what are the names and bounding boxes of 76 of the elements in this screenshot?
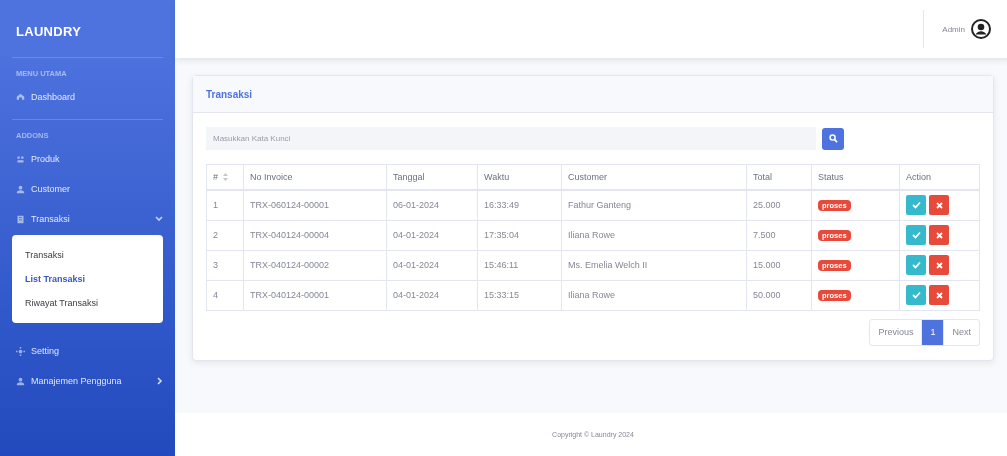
table-cell: 1 (206, 190, 244, 220)
chevron-down-icon (155, 216, 163, 222)
search-icon (828, 134, 838, 143)
table-cell: 16:33:49 (477, 190, 562, 220)
page-button[interactable]: 1 (921, 318, 945, 346)
column-header[interactable]: Status (811, 164, 900, 190)
delete-button[interactable] (929, 285, 949, 305)
table-cell: Iliana Rowe (561, 220, 747, 250)
column-header[interactable]: Action (899, 164, 980, 190)
table-cell: Ms. Emelia Welch II (561, 250, 747, 280)
close-icon (935, 291, 943, 299)
next-button[interactable]: Next (943, 318, 980, 346)
column-header[interactable]: # (206, 164, 244, 190)
check-icon (911, 291, 921, 299)
table-cell: 15:33:15 (477, 280, 562, 310)
avatar-icon[interactable] (971, 19, 991, 39)
search-button[interactable] (822, 127, 844, 150)
close-icon (935, 261, 943, 269)
approve-button[interactable] (906, 285, 926, 305)
close-icon (935, 201, 943, 209)
user-icon (16, 184, 25, 194)
delete-button[interactable] (929, 255, 949, 275)
gear-icon (16, 346, 25, 356)
previous-button[interactable]: Previous (869, 318, 923, 346)
brand-title[interactable]: LAUNDRY (0, 0, 175, 57)
table-cell: TRX-040124-00002 (243, 250, 387, 280)
search-field[interactable]: Masukkan Kata Kunci (206, 127, 816, 150)
approve-button[interactable] (906, 195, 926, 216)
submenu-item[interactable]: List Transaksi (12, 267, 163, 291)
sidebar-item[interactable]: Customer (0, 175, 175, 205)
sidebar-item[interactable]: Transaksi (0, 205, 175, 235)
table-cell: 4 (206, 280, 244, 310)
column-label: # (213, 172, 218, 182)
submenu-item[interactable]: Riwayat Transaksi (12, 291, 163, 315)
user-icon (16, 376, 25, 386)
column-header[interactable]: No Invoice (243, 164, 387, 190)
check-icon (911, 261, 921, 269)
sidebar-item[interactable]: Produk (0, 145, 175, 175)
home-icon (16, 92, 25, 102)
check-icon (911, 231, 921, 239)
table-cell: 06-01-2024 (386, 190, 478, 220)
table-cell: Iliana Rowe (561, 280, 747, 310)
table-cell: 50.000 (746, 280, 812, 310)
sidebar-item[interactable]: Setting (0, 337, 175, 367)
table-cell: 2 (206, 220, 244, 250)
table-cell: Fathur Ganteng (561, 190, 747, 220)
table-cell: 17:35:04 (477, 220, 562, 250)
table-cell: TRX-040124-00001 (243, 280, 387, 310)
document-icon (16, 214, 25, 224)
table-cell: 7.500 (746, 220, 812, 250)
table-cell: 04-01-2024 (386, 220, 478, 250)
table-cell: 04-01-2024 (386, 250, 478, 280)
user-name[interactable]: Admin (942, 24, 965, 34)
sidebar-item[interactable]: Dashboard (0, 83, 175, 113)
table-cell: 15:46:11 (477, 250, 562, 280)
sidebar-item[interactable]: Manajemen Pengguna (0, 367, 175, 397)
column-header[interactable]: Customer (561, 164, 747, 190)
delete-button[interactable] (929, 195, 949, 216)
column-header[interactable]: Waktu (477, 164, 562, 190)
delete-button[interactable] (929, 225, 949, 245)
submenu-item[interactable]: Transaksi (12, 243, 163, 267)
table-cell: 15.000 (746, 250, 812, 280)
table-cell: 25.000 (746, 190, 812, 220)
table-cell: 3 (206, 250, 244, 280)
column-header[interactable]: Tanggal (386, 164, 478, 190)
chevron-right-icon (157, 377, 163, 385)
approve-button[interactable] (906, 255, 926, 275)
table-cell: 04-01-2024 (386, 280, 478, 310)
table-cell: TRX-060124-00001 (243, 190, 387, 220)
boxes-icon (16, 154, 25, 164)
card-title: Transaksi (193, 76, 993, 113)
approve-button[interactable] (906, 225, 926, 245)
close-icon (935, 231, 943, 239)
table-cell: TRX-040124-00004 (243, 220, 387, 250)
column-header[interactable]: Total (746, 164, 812, 190)
check-icon (911, 201, 921, 210)
